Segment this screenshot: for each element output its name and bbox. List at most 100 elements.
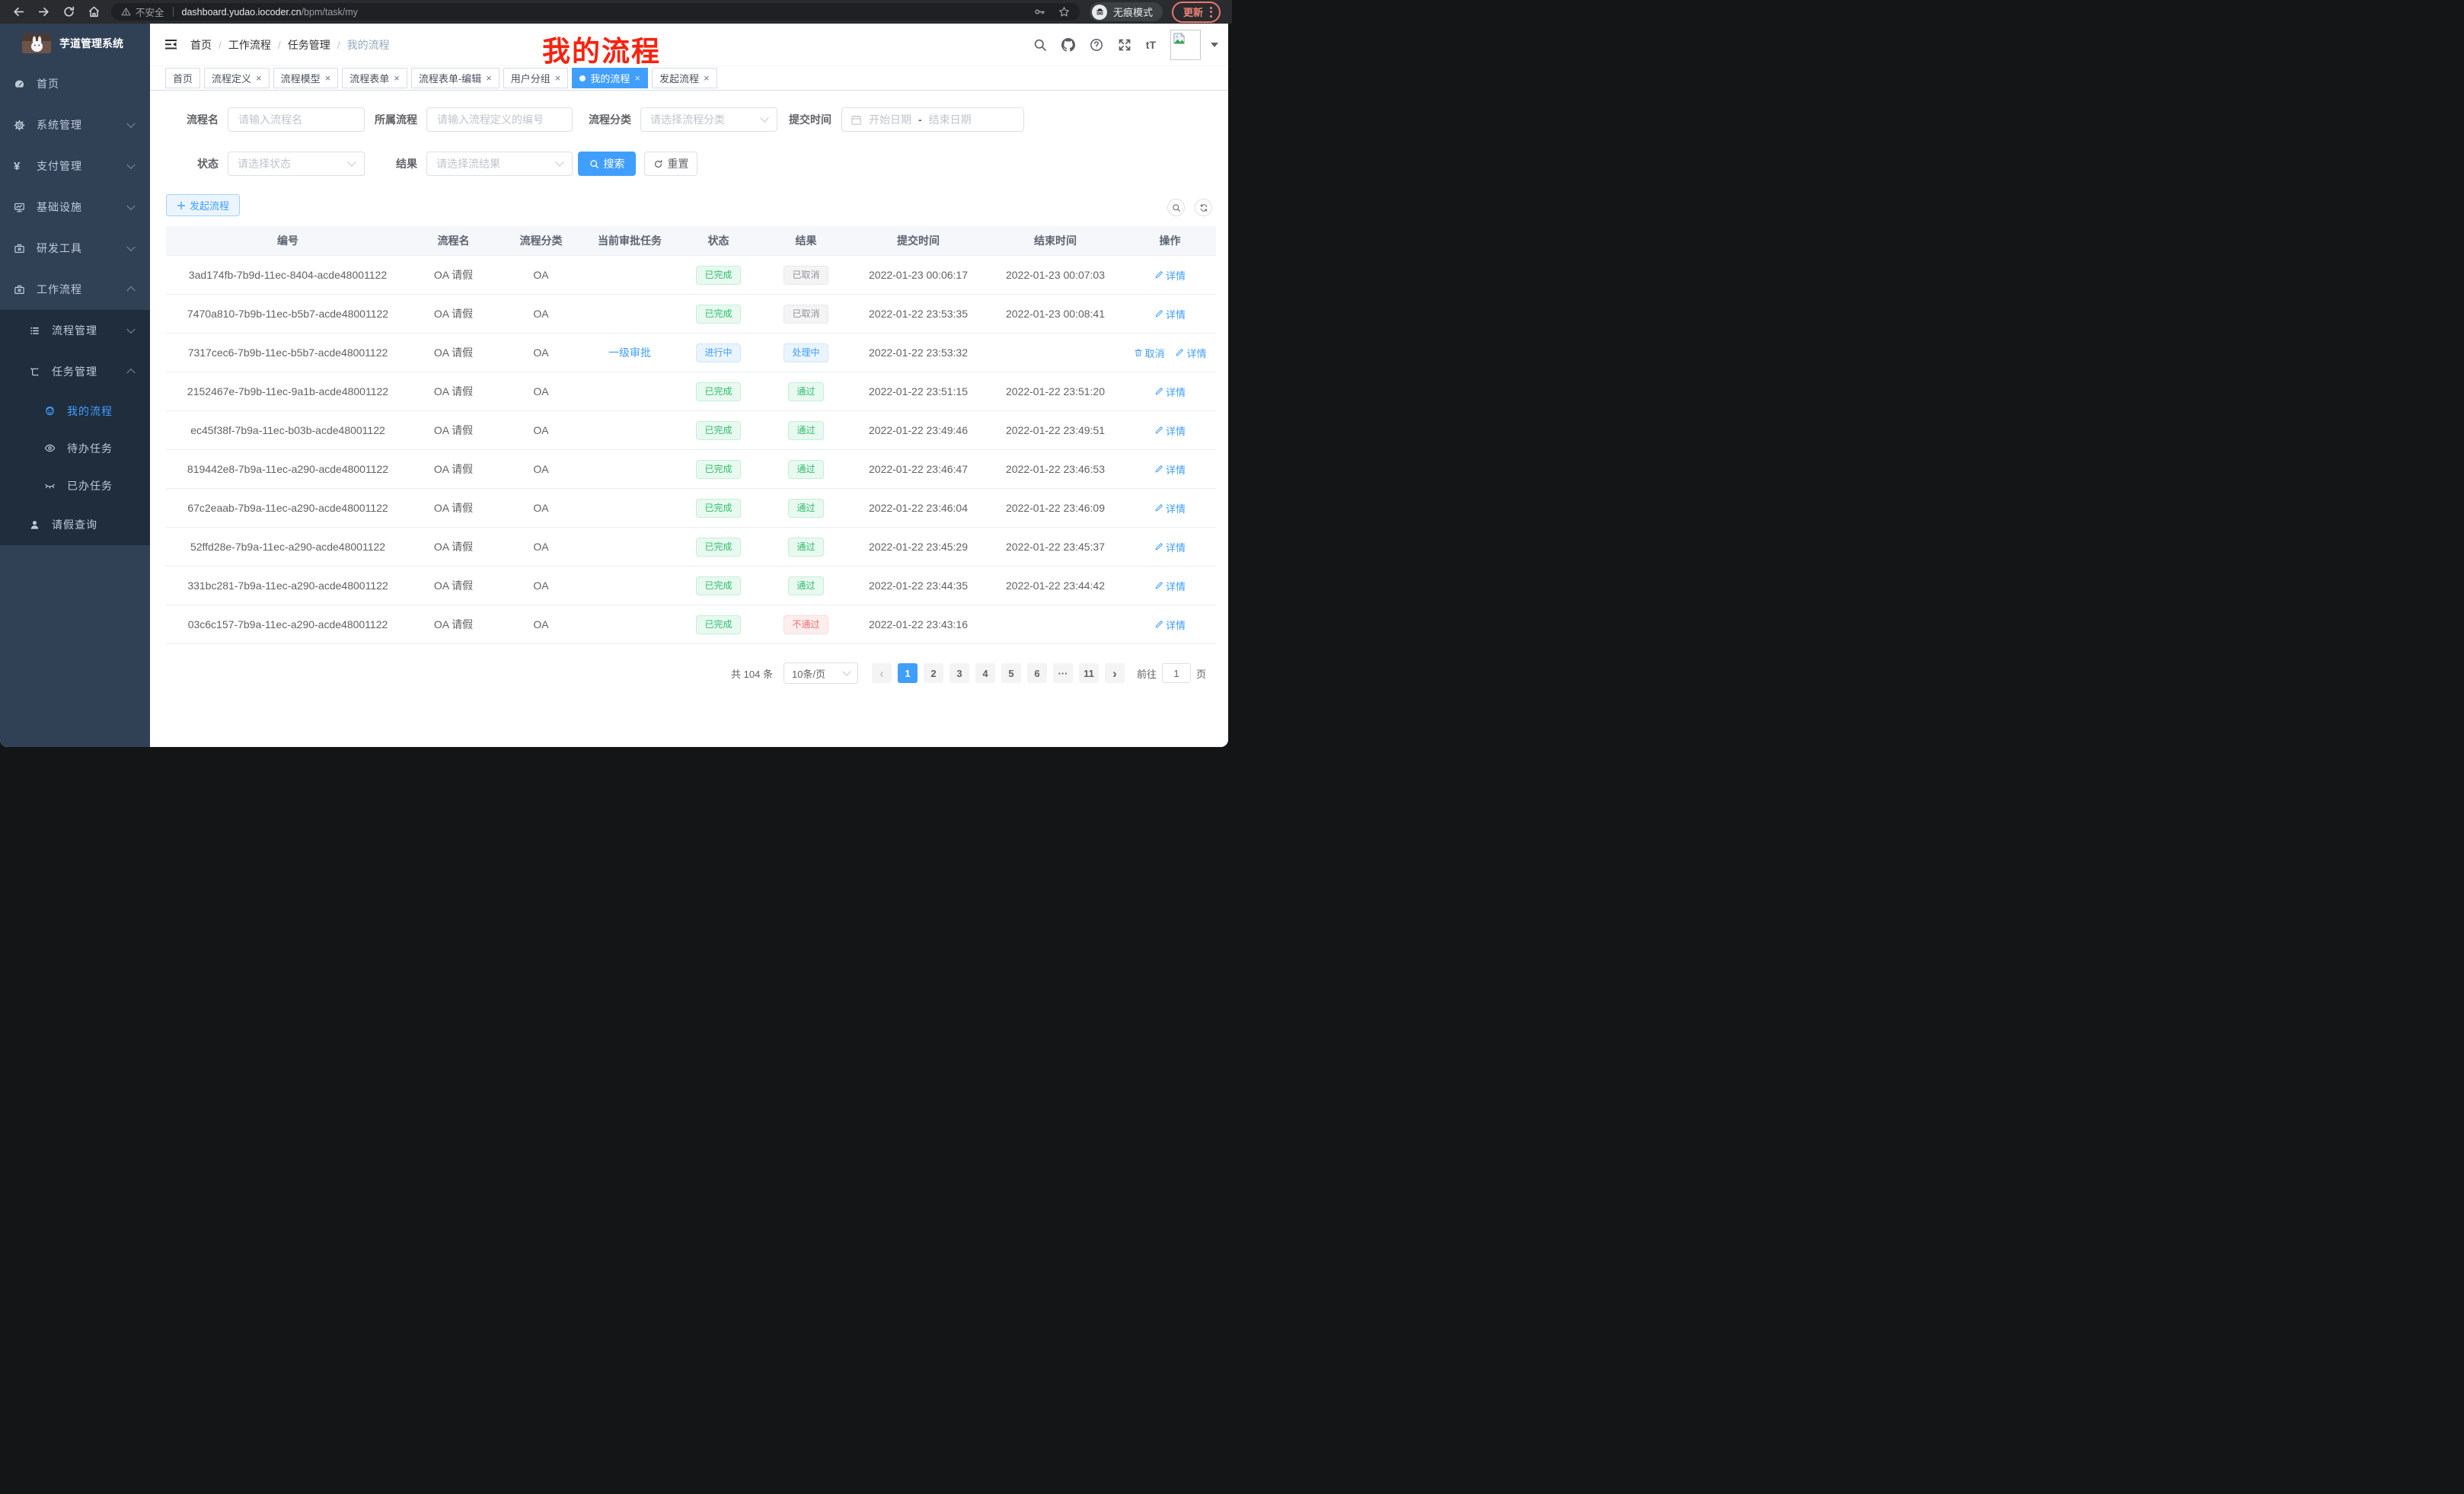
app-title: 芋道管理系统 [59,36,123,51]
detail-link[interactable]: 详情 [1154,618,1186,632]
refresh-table-button[interactable] [1195,199,1212,216]
password-key-icon[interactable] [1034,6,1045,18]
detail-link[interactable]: 详情 [1154,579,1186,593]
cancel-link[interactable]: 取消 [1134,346,1165,360]
category-select[interactable]: 请选择流程分类 [640,107,777,132]
sidebar-item-devtools[interactable]: 研发工具 [0,228,150,269]
goto-page-input[interactable] [1162,663,1191,683]
sidebar-item-todo-tasks[interactable]: 待办任务 [0,429,150,467]
detail-link[interactable]: 详情 [1154,423,1186,438]
detail-link[interactable]: 详情 [1154,307,1186,321]
detail-link[interactable]: 详情 [1175,346,1206,360]
tab-my-process[interactable]: 我的流程 [572,68,648,88]
security-label[interactable]: 不安全 [136,5,164,19]
close-icon[interactable] [486,73,492,83]
page-button-2[interactable]: 2 [924,663,943,683]
dashboard-icon [14,78,25,90]
table-row: 3ad174fb-7b9d-11ec-8404-acde48001122 OA … [166,256,1216,295]
address-bar[interactable]: 不安全 dashboard.yudao.iocoder.cn /bpm/task… [111,3,1080,21]
sidebar-item-infra[interactable]: 基础设施 [0,187,150,228]
detail-link[interactable]: 详情 [1154,385,1186,399]
help-icon[interactable] [1090,38,1103,52]
home-icon[interactable] [88,5,101,18]
close-icon[interactable] [256,73,262,83]
sidebar-item-done-tasks[interactable]: 已办任务 [0,467,150,504]
font-size-icon[interactable]: tT [1146,39,1156,51]
page-button-3[interactable]: 3 [950,663,969,683]
detail-link[interactable]: 详情 [1154,501,1186,516]
tab-process-definition[interactable]: 流程定义 [204,68,270,88]
briefcase-icon [14,284,25,295]
reload-icon[interactable] [62,5,75,18]
date-range-picker[interactable]: 开始日期 - 结束日期 [841,107,1024,132]
sidebar-item-workflow[interactable]: 工作流程 [0,269,150,310]
page-button-4[interactable]: 4 [975,663,995,683]
sidebar-item-label: 基础设施 [37,200,82,215]
table-row: 67c2eaab-7b9a-11ec-a290-acde48001122 OA … [166,489,1216,528]
current-task-link[interactable]: 一级审批 [608,346,651,359]
back-icon[interactable] [12,5,25,18]
process-input-box [426,107,573,132]
sidebar-item-my-process[interactable]: 我的流程 [0,392,150,429]
search-button[interactable]: 搜索 [578,152,636,176]
sidebar-item-task-mgmt[interactable]: 任务管理 [0,351,150,392]
close-icon[interactable] [704,73,710,83]
page-button-1[interactable]: 1 [898,663,918,683]
tab-process-model[interactable]: 流程模型 [273,68,339,88]
close-icon[interactable] [634,73,640,83]
avatar[interactable] [1170,30,1201,60]
detail-link[interactable]: 详情 [1154,462,1186,477]
sidebar-item-payment[interactable]: ¥ 支付管理 [0,145,150,187]
process-input[interactable] [427,113,572,126]
update-button[interactable]: 更新 [1172,2,1221,23]
close-icon[interactable] [394,73,400,83]
search-icon[interactable] [1033,38,1047,52]
sidebar-item-leave-query[interactable]: 请假查询 [0,504,150,545]
page-button-6[interactable]: 6 [1027,663,1047,683]
app-logo-row[interactable]: 芋道管理系统 [0,24,150,63]
close-icon[interactable] [325,73,331,83]
submit-time: 2022-01-23 00:06:17 [869,269,968,281]
tab-user-group[interactable]: 用户分组 [503,68,569,88]
tab-process-form-edit[interactable]: 流程表单-编辑 [411,68,500,88]
more-pages-button[interactable]: ··· [1053,663,1073,683]
page-button-11[interactable]: 11 [1079,663,1099,683]
status-badge: 已完成 [696,499,740,518]
page-size-select[interactable]: 10条/页 [784,662,858,684]
forward-icon[interactable] [37,5,50,18]
reset-button[interactable]: 重置 [644,152,697,176]
category-placeholder: 请选择流程分类 [650,112,725,127]
next-page-button[interactable] [1105,663,1125,683]
tab-process-form[interactable]: 流程表单 [342,68,407,88]
fullscreen-icon[interactable] [1118,38,1131,52]
hide-search-button[interactable] [1167,199,1185,216]
end-date-placeholder: 结束日期 [929,112,972,127]
result-select[interactable]: 请选择流结果 [426,152,573,176]
page-button-5[interactable]: 5 [1001,663,1021,683]
detail-link[interactable]: 详情 [1154,268,1186,283]
toolbox-icon [14,243,25,254]
tab-start-process[interactable]: 发起流程 [652,68,717,88]
url-host[interactable]: dashboard.yudao.iocoder.cn [182,7,302,18]
chrome-menu-icon[interactable] [1210,7,1212,18]
result-badge: 已取消 [784,305,828,324]
submit-time: 2022-01-22 23:53:32 [869,346,968,359]
detail-link[interactable]: 详情 [1154,540,1186,554]
bookmark-star-icon[interactable] [1058,6,1070,18]
sidebar-toggle-icon[interactable] [164,37,178,52]
avatar-caret-icon[interactable] [1211,43,1218,47]
sidebar-item-system[interactable]: 系统管理 [0,104,150,145]
url-path[interactable]: /bpm/task/my [302,7,358,18]
tab-home[interactable]: 首页 [165,68,200,88]
start-process-button[interactable]: 发起流程 [166,194,240,216]
process-id: 3ad174fb-7b9d-11ec-8404-acde48001122 [189,269,387,281]
prev-page-button[interactable] [872,663,892,683]
calendar-icon [851,114,862,126]
breadcrumb-home[interactable]: 首页 [190,37,212,53]
breadcrumb-task-mgmt[interactable]: 任务管理 [288,37,330,53]
close-icon[interactable] [555,73,561,83]
breadcrumb-workflow[interactable]: 工作流程 [228,37,271,53]
sidebar-item-home[interactable]: 首页 [0,63,150,104]
github-icon[interactable] [1061,38,1075,52]
sidebar-item-process-mgmt[interactable]: 流程管理 [0,310,150,351]
